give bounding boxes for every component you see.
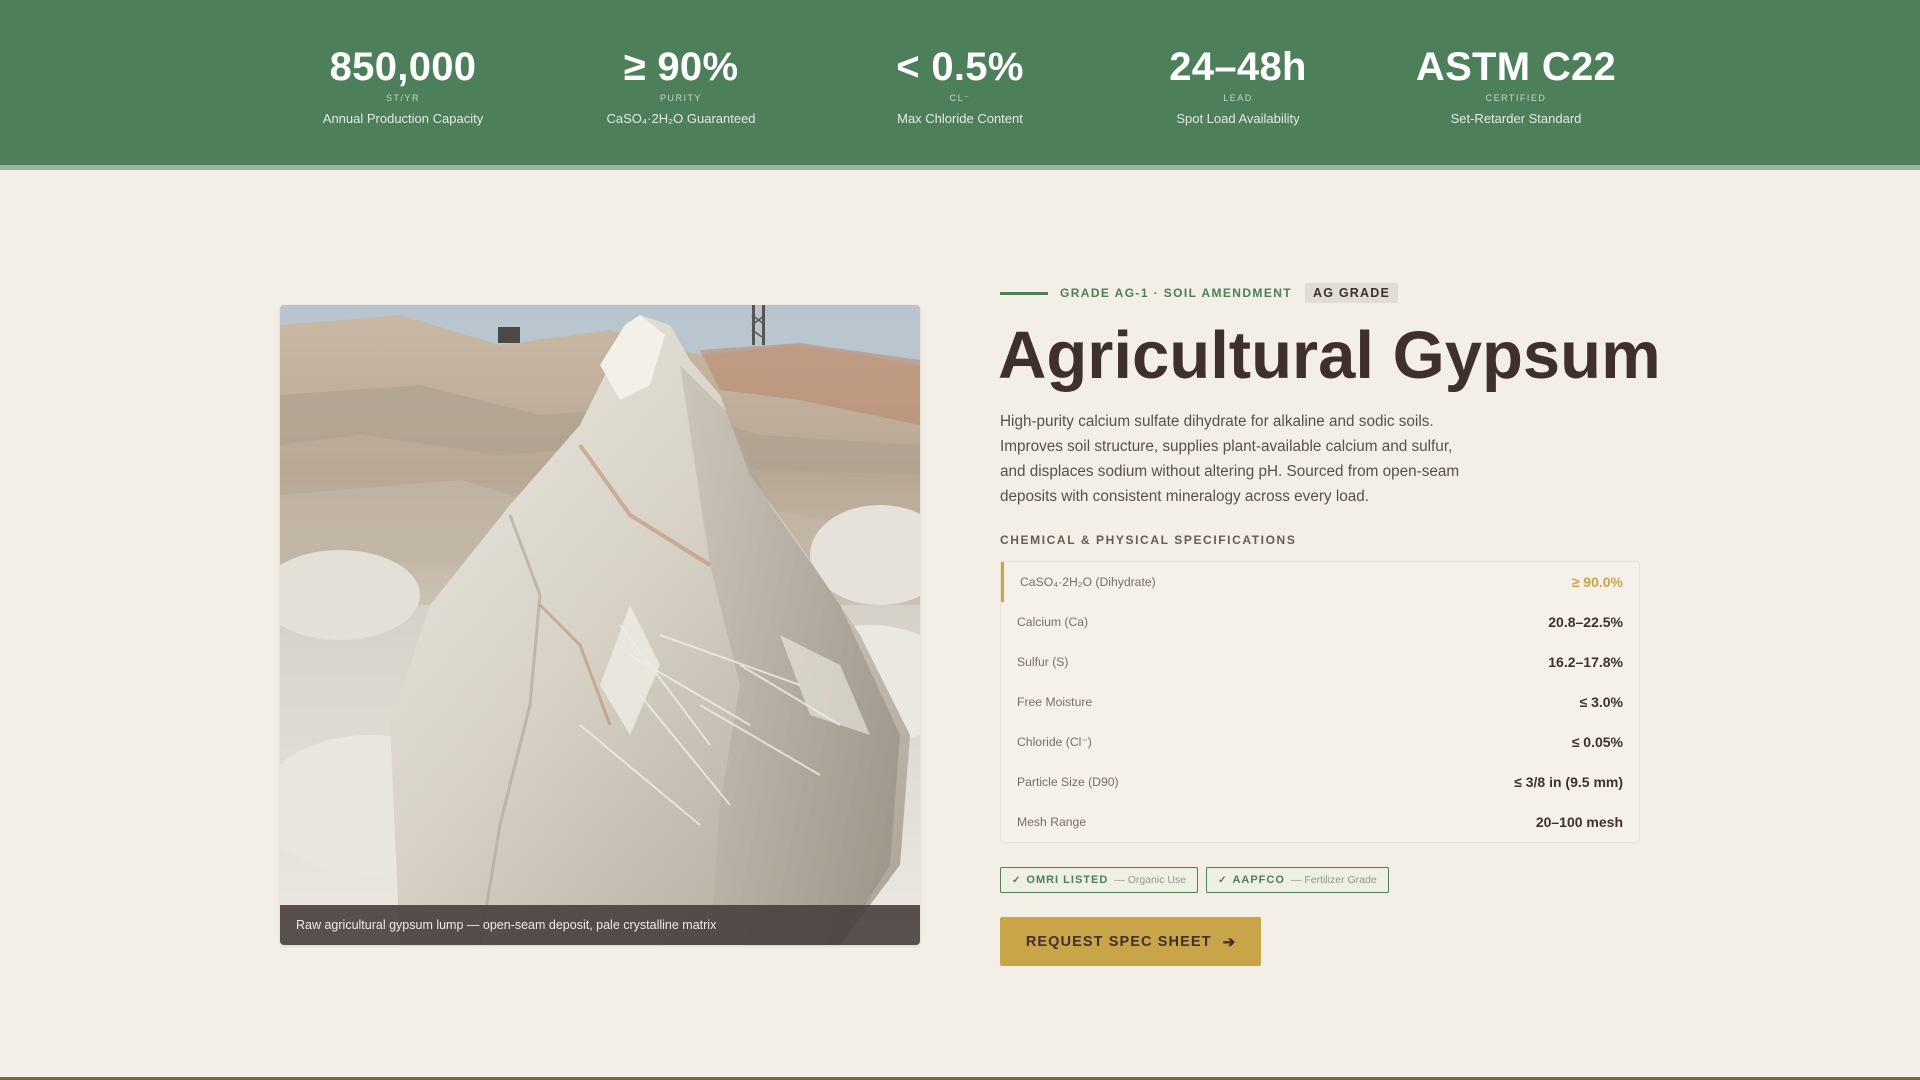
stat-value: 24–48h xyxy=(1169,45,1307,89)
spec-value: ≤ 3.0% xyxy=(1579,694,1623,710)
stat-label: Max Chloride Content xyxy=(897,111,1023,126)
spec-row-dihydrate: CaSO₄·2H₂O (Dihydrate) ≥ 90.0% xyxy=(1001,562,1639,602)
spec-heading: CHEMICAL & PHYSICAL SPECIFICATIONS xyxy=(1000,533,1297,547)
stats-band: 850,000 ST/YR Annual Production Capacity… xyxy=(0,0,1920,170)
product-title: Agricultural Gypsum xyxy=(998,318,1661,393)
stat-value: ≥ 90% xyxy=(623,45,739,89)
cert-name: AAPFCO xyxy=(1232,874,1285,886)
certification-badges: ✓ OMRI LISTED — Organic Use ✓ AAPFCO — F… xyxy=(1000,867,1389,893)
spec-value: ≤ 0.05% xyxy=(1571,734,1623,750)
spec-label: CaSO₄·2H₂O (Dihydrate) xyxy=(1020,575,1156,589)
gypsum-rock-image xyxy=(280,305,920,945)
stat-value: < 0.5% xyxy=(896,45,1024,89)
stat-unit: CERTIFIED xyxy=(1485,93,1547,103)
eyebrow-divider xyxy=(1000,291,1048,295)
stat-value: ASTM C22 xyxy=(1415,45,1617,89)
spec-value: ≤ 3/8 in (9.5 mm) xyxy=(1514,774,1623,790)
stat-value: 850,000 xyxy=(329,45,477,89)
spec-table: CaSO₄·2H₂O (Dihydrate) ≥ 90.0% Calcium (… xyxy=(1000,561,1640,843)
grade-label: GRADE AG-1 · SOIL AMENDMENT xyxy=(1060,286,1293,300)
spec-row-calcium: Calcium (Ca) 20.8–22.5% xyxy=(1001,602,1639,642)
spec-value: 20.8–22.5% xyxy=(1548,614,1623,630)
stat-label: Spot Load Availability xyxy=(1176,111,1300,126)
stat-lead-time: 24–48h LEAD Spot Load Availability xyxy=(1098,44,1378,127)
product-photo: Raw agricultural gypsum lump — open-seam… xyxy=(280,305,920,945)
stat-unit: PURITY xyxy=(659,93,702,103)
check-icon: ✓ xyxy=(1012,874,1021,886)
cert-note: — Organic Use xyxy=(1114,874,1187,886)
spec-row-moisture: Free Moisture ≤ 3.0% xyxy=(1001,682,1639,722)
spec-value: 20–100 mesh xyxy=(1535,814,1623,830)
stat-purity: ≥ 90% PURITY CaSO₄·2H₂O Guaranteed xyxy=(541,44,821,127)
stat-label: Annual Production Capacity xyxy=(322,111,484,126)
stat-certification: ASTM C22 CERTIFIED Set-Retarder Standard xyxy=(1376,44,1656,127)
cta-label: REQUEST SPEC SHEET xyxy=(1025,933,1212,950)
check-icon: ✓ xyxy=(1218,874,1227,886)
stat-chloride: < 0.5% CL⁻ Max Chloride Content xyxy=(820,44,1100,127)
spec-row-sulfur: Sulfur (S) 16.2–17.8% xyxy=(1001,642,1639,682)
cert-badge-aapfco: ✓ AAPFCO — Fertilizer Grade xyxy=(1206,867,1389,893)
spec-label: Calcium (Ca) xyxy=(1017,615,1089,629)
spec-value: 16.2–17.8% xyxy=(1548,654,1623,670)
stat-production: 850,000 ST/YR Annual Production Capacity xyxy=(263,44,543,127)
request-spec-sheet-button[interactable]: REQUEST SPEC SHEET ➔ xyxy=(1000,917,1261,966)
spec-label: Chloride (Cl⁻) xyxy=(1017,735,1092,749)
spec-row-mesh-range: Mesh Range 20–100 mesh xyxy=(1001,802,1639,842)
cert-badge-omri: ✓ OMRI LISTED — Organic Use xyxy=(1000,867,1199,893)
cert-name: OMRI LISTED xyxy=(1026,874,1109,886)
stat-unit: ST/YR xyxy=(385,93,420,103)
grade-badge: AG GRADE xyxy=(1305,283,1398,303)
spec-label: Free Moisture xyxy=(1017,695,1093,709)
spec-row-chloride: Chloride (Cl⁻) ≤ 0.05% xyxy=(1001,722,1639,762)
stat-label: CaSO₄·2H₂O Guaranteed xyxy=(606,111,756,126)
spec-value: ≥ 90.0% xyxy=(1571,574,1623,590)
arrow-right-icon: ➔ xyxy=(1222,933,1236,951)
product-description: High-purity calcium sulfate dihydrate fo… xyxy=(1000,413,1460,505)
spec-row-particle-size: Particle Size (D90) ≤ 3/8 in (9.5 mm) xyxy=(1001,762,1639,802)
cert-note: — Fertilizer Grade xyxy=(1290,874,1377,886)
product-eyebrow: GRADE AG-1 · SOIL AMENDMENT AG GRADE xyxy=(1000,283,1398,303)
photo-caption: Raw agricultural gypsum lump — open-seam… xyxy=(280,905,920,945)
spec-label: Sulfur (S) xyxy=(1017,655,1069,669)
stat-unit: CL⁻ xyxy=(949,93,971,103)
spec-label: Particle Size (D90) xyxy=(1017,775,1119,789)
stat-label: Set-Retarder Standard xyxy=(1450,111,1582,126)
spec-label: Mesh Range xyxy=(1017,815,1087,829)
stat-unit: LEAD xyxy=(1223,93,1253,103)
